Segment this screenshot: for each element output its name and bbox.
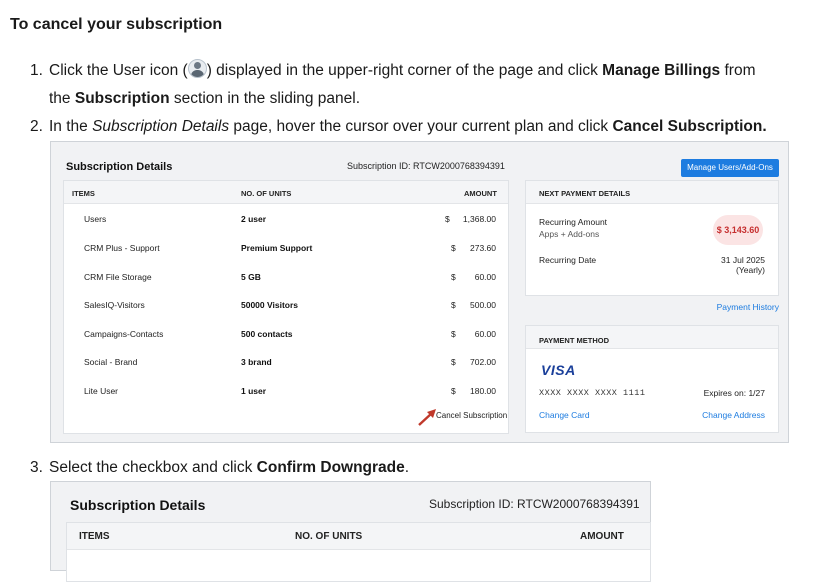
step-text: from: [724, 62, 756, 79]
payment-method-header: PAYMENT METHOD: [539, 336, 610, 345]
item-amount: 1,368.00: [462, 214, 496, 224]
step-text: In the: [49, 118, 88, 135]
recurring-date-label: Recurring Date: [539, 255, 597, 265]
visa-logo-icon: VISA: [541, 362, 576, 378]
item-units: Premium Support: [241, 243, 313, 253]
item-name: Lite User: [84, 386, 119, 396]
panel-header: NEXT PAYMENT DETAILS: [526, 181, 778, 204]
item-units: 50000 Visitors: [241, 300, 299, 310]
column-units: NO. OF UNITS: [295, 531, 363, 542]
step-text: .: [404, 459, 410, 476]
item-name: SalesIQ-Visitors: [84, 300, 145, 310]
item-units: 1 user: [241, 386, 267, 396]
item-name: Campaigns-Contacts: [84, 329, 164, 339]
step-text: section in the sliding panel.: [173, 90, 361, 107]
next-payment-header: NEXT PAYMENT DETAILS: [539, 189, 631, 198]
subscription-details-text: Subscription Details: [92, 118, 230, 135]
item-amount: 500.00: [470, 300, 496, 310]
table-header: ITEMS NO. OF UNITS AMOUNT: [64, 181, 508, 204]
recurring-amount-badge: $ 3,143.60: [713, 215, 763, 245]
cancel-subscription-text: Cancel Subscription.: [612, 118, 767, 135]
column-items: ITEMS: [72, 189, 95, 198]
column-items: ITEMS: [79, 531, 110, 542]
step-number: 3.: [30, 459, 43, 476]
step-text: Click the User icon (: [49, 62, 188, 79]
item-amount: 60.00: [474, 272, 496, 282]
next-payment-panel: NEXT PAYMENT DETAILS Recurring Amount Ap…: [525, 180, 779, 296]
subscription-details-title: Subscription Details: [70, 497, 206, 513]
step-number: 2.: [30, 118, 43, 135]
panel-header: PAYMENT METHOD: [526, 326, 778, 349]
card-number: XXXX XXXX XXXX 1111: [539, 388, 646, 398]
manage-billings-text: Manage Billings: [602, 62, 721, 79]
item-amount: 60.00: [474, 329, 496, 339]
item-name: CRM Plus - Support: [84, 243, 160, 253]
change-card-link[interactable]: Change Card: [539, 410, 590, 420]
item-name: Users: [84, 214, 107, 224]
column-units: NO. OF UNITS: [241, 189, 292, 198]
item-units: 2 user: [241, 214, 267, 224]
step-text: page, hover the cursor over your current…: [233, 118, 609, 135]
step-1-line-1: Click the User icon ( ) displayed in the …: [49, 57, 755, 85]
column-amount: AMOUNT: [464, 189, 497, 198]
step-1-line-2: the Subscription section in the sliding …: [49, 85, 360, 113]
subscription-details-title: Subscription Details: [66, 161, 173, 173]
cancel-subscription-link[interactable]: Cancel Subscription: [436, 411, 507, 420]
item-amount: 180.00: [470, 386, 496, 396]
pointer-arrow-icon: [418, 409, 436, 426]
item-units: 3 brand: [241, 357, 272, 367]
items-table: ITEMS NO. OF UNITS AMOUNT: [66, 522, 651, 582]
step-number: 1.: [30, 62, 43, 79]
payment-history-link[interactable]: Payment History: [679, 302, 779, 312]
item-name: CRM File Storage: [84, 272, 152, 282]
subscription-id: Subscription ID: RTCW2000768394391: [347, 161, 505, 171]
page-heading: To cancel your subscription: [10, 16, 223, 33]
confirm-downgrade-text: Confirm Downgrade: [256, 459, 405, 476]
subscription-details-screenshot: Subscription Details Subscription ID: RT…: [50, 141, 789, 443]
item-units: 500 contacts: [241, 329, 293, 339]
step-text: the: [49, 90, 71, 107]
item-amount: 273.60: [470, 243, 496, 253]
subscription-text: Subscription: [74, 90, 170, 107]
billing-cycle: (Yearly): [736, 265, 765, 275]
step-text: ) displayed in the upper-right corner of…: [206, 62, 598, 79]
recurring-amount-label: Recurring Amount: [539, 217, 608, 227]
item-name: Social - Brand: [84, 357, 138, 367]
item-units: 5 GB: [241, 272, 261, 282]
change-address-link[interactable]: Change Address: [676, 410, 765, 420]
recurring-amount-sub: Apps + Add-ons: [539, 229, 600, 239]
step-text: Select the checkbox and click: [49, 459, 253, 476]
items-table: ITEMS NO. OF UNITS AMOUNT Users 2 user $…: [63, 180, 509, 434]
card-expiry: Expires on: 1/27: [703, 388, 765, 398]
column-amount: AMOUNT: [580, 531, 624, 542]
subscription-id: Subscription ID: RTCW2000768394391: [429, 497, 640, 511]
table-header: ITEMS NO. OF UNITS AMOUNT: [67, 523, 650, 550]
payment-method-panel: PAYMENT METHOD VISA XXXX XXXX XXXX 1111 …: [525, 325, 779, 433]
item-amount: 702.00: [470, 357, 496, 367]
user-icon: [187, 59, 207, 78]
recurring-date: 31 Jul 2025: [721, 255, 765, 265]
manage-users-addons-button[interactable]: Manage Users/Add-Ons: [681, 159, 779, 177]
subscription-details-screenshot-2: Subscription Details Subscription ID: RT…: [50, 481, 651, 582]
